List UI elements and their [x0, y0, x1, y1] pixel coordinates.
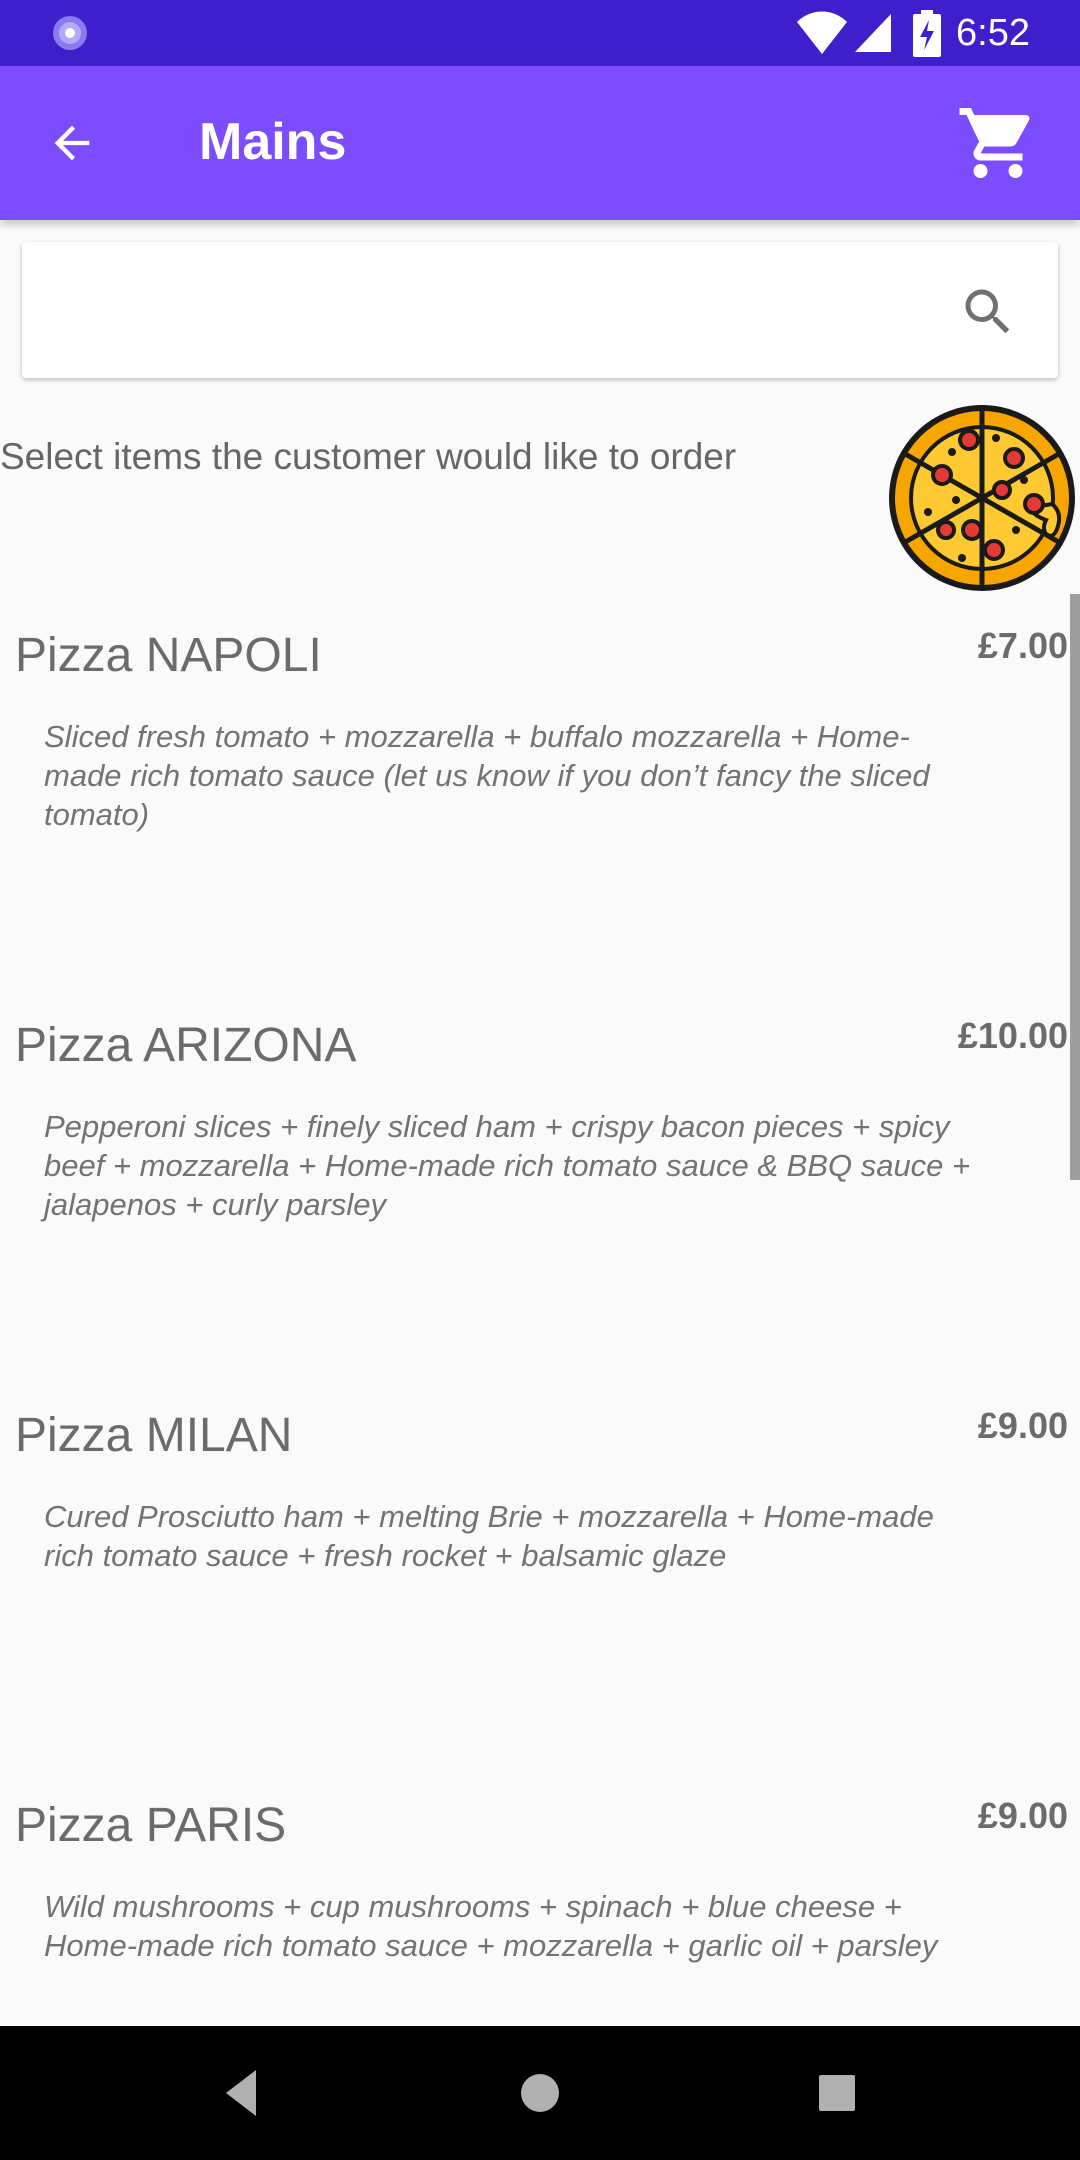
- item-description: Cured Prosciutto ham + melting Brie + mo…: [44, 1499, 934, 1573]
- navigation-bar: [0, 2026, 1080, 2160]
- search-input[interactable]: [46, 272, 950, 350]
- search-icon[interactable]: [958, 282, 1018, 342]
- cart-button[interactable]: [954, 99, 1042, 187]
- item-price: £9.00: [977, 1795, 1068, 1836]
- item-price: £9.00: [977, 1405, 1068, 1446]
- back-button[interactable]: [40, 111, 104, 175]
- shopping-cart-icon: [959, 108, 1030, 178]
- status-clock: 6:52: [956, 12, 1030, 54]
- wifi-icon: [797, 11, 847, 54]
- item-name: Pizza NAPOLI: [15, 629, 322, 682]
- item-description: Pepperoni slices + finely sliced ham + c…: [44, 1109, 971, 1222]
- nav-home-icon[interactable]: [508, 2064, 572, 2122]
- search-bar: [22, 242, 1058, 378]
- item-name: Pizza PARIS: [15, 1799, 287, 1852]
- item-name: Pizza ARIZONA: [15, 1019, 357, 1072]
- status-bar: 6:52: [0, 0, 1080, 66]
- page-title: Mains: [199, 113, 347, 171]
- item-description: Wild mushrooms + cup mushrooms + spinach…: [44, 1889, 938, 1963]
- item-description: Sliced fresh tomato + mozzarella + buffa…: [44, 719, 930, 832]
- arrow-back-icon: [54, 125, 90, 161]
- item-price: £7.00: [977, 625, 1068, 666]
- menu-item-napoli[interactable]: Pizza NAPOLI £7.00 Sliced fresh tomato +…: [0, 600, 1080, 980]
- menu-item-paris[interactable]: Pizza PARIS £9.00 Wild mushrooms + cup m…: [0, 1770, 1080, 2026]
- item-price: £10.00: [957, 1015, 1068, 1056]
- instruction-text: Select items the customer would like to …: [0, 436, 737, 477]
- nav-recents-icon[interactable]: [808, 2064, 866, 2122]
- battery-charging-icon: [913, 10, 941, 57]
- signal-icon: [855, 14, 891, 52]
- menu-item-milan[interactable]: Pizza MILAN £9.00 Cured Prosciutto ham +…: [0, 1380, 1080, 1760]
- app-bar: Mains: [0, 66, 1080, 220]
- menu-item-arizona[interactable]: Pizza ARIZONA £10.00 Pepperoni slices + …: [0, 990, 1080, 1370]
- pizza-icon: [889, 405, 1075, 591]
- nav-back-icon[interactable]: [214, 2064, 272, 2122]
- menu-list: Pizza NAPOLI £7.00 Sliced fresh tomato +…: [0, 600, 1080, 2026]
- notification-icon: [53, 16, 87, 50]
- item-name: Pizza MILAN: [15, 1409, 293, 1462]
- scrollbar[interactable]: [1070, 594, 1080, 1180]
